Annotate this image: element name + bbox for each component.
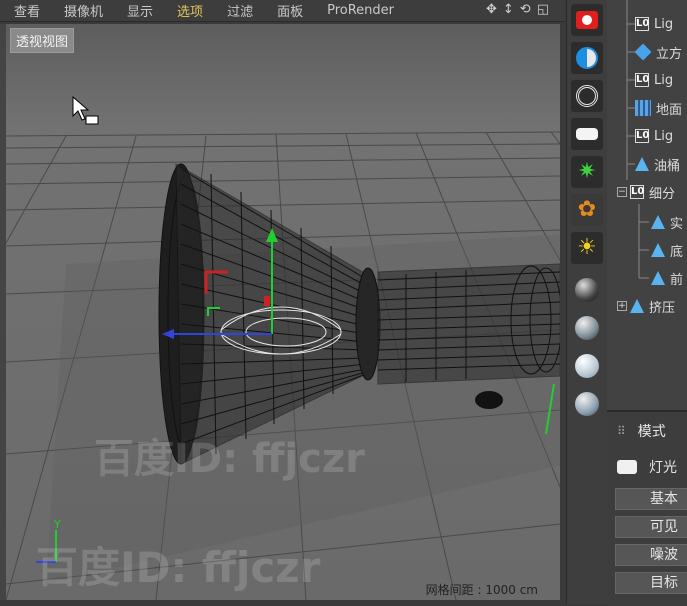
sphere-tool-button-3[interactable] xyxy=(571,350,603,382)
tab-noise[interactable]: 噪波 xyxy=(615,544,687,566)
object-name: 地面 xyxy=(656,102,683,118)
menu-options[interactable]: 选项 xyxy=(177,1,203,20)
light-object-icon: L0 xyxy=(635,129,650,143)
collapse-toggle-icon[interactable]: − xyxy=(617,187,627,197)
flower-icon: ✿ xyxy=(577,197,597,222)
object-type-row: 灯光 xyxy=(617,456,677,478)
grid-spacing-readout: 网格间距 : 1000 cm xyxy=(425,583,538,597)
object-row[interactable]: 油桶 xyxy=(635,151,680,177)
area-light-tool-button[interactable] xyxy=(571,118,603,150)
menu-camera[interactable]: 摄像机 xyxy=(64,1,103,20)
sphere-icon xyxy=(575,354,599,378)
menu-filter[interactable]: 过滤 xyxy=(227,1,253,20)
sun-icon: ☀ xyxy=(577,235,597,260)
cone-icon xyxy=(651,243,665,257)
mode-menu[interactable]: 模式 xyxy=(638,421,666,441)
light-object-icon: L0 xyxy=(635,73,650,87)
object-row[interactable]: 立方 xyxy=(634,39,683,65)
sphere-icon xyxy=(575,316,599,340)
attribute-header: ⠿ 模式 xyxy=(607,418,687,444)
panel-grip-icon[interactable]: ⠿ xyxy=(617,424,626,438)
light-object-icon: L0 xyxy=(630,185,645,199)
object-manager: L0 Lig 立方 L0 Lig 地面 L0 Lig 油桶 − L0 细分 实 … xyxy=(607,0,687,410)
object-name: Lig xyxy=(654,128,674,144)
object-name: 实 xyxy=(670,216,684,232)
object-type-label: 灯光 xyxy=(649,460,677,476)
rotate-view-icon[interactable]: ⟲ xyxy=(520,2,531,17)
menu-display[interactable]: 显示 xyxy=(127,1,153,20)
object-row[interactable]: L0 Lig xyxy=(635,67,673,93)
tab-basic[interactable]: 基本 xyxy=(615,488,687,510)
object-row[interactable]: + 挤压 xyxy=(617,293,675,319)
object-row[interactable]: L0 Lig xyxy=(635,123,673,149)
cone-icon xyxy=(630,299,644,313)
attribute-manager: ⠿ 模式 灯光 基本 可见 噪波 目标 xyxy=(607,410,687,606)
star-tool-button[interactable]: ✷ xyxy=(571,156,603,188)
flower-tool-button[interactable]: ✿ xyxy=(571,194,603,226)
object-row[interactable]: 前 xyxy=(651,265,683,291)
star-icon: ✷ xyxy=(577,159,597,184)
menu-panel[interactable]: 面板 xyxy=(277,1,303,20)
object-row[interactable]: − L0 细分 xyxy=(617,179,675,205)
sphere-icon xyxy=(575,392,599,416)
area-light-icon xyxy=(576,128,598,140)
tab-visibility[interactable]: 可见 xyxy=(615,516,687,538)
sphere-icon xyxy=(575,278,599,302)
object-name: 底 xyxy=(670,244,684,260)
perspective-viewport[interactable]: 百度ID: ffjczr 百度ID: ffjczr Y 透视视图 网格间距 : … xyxy=(6,24,560,600)
sphere-tool-button-4[interactable] xyxy=(571,388,603,420)
expand-toggle-icon[interactable]: + xyxy=(617,301,627,311)
axis-y-label: Y xyxy=(53,518,61,531)
view-name-label[interactable]: 透视视图 xyxy=(10,28,75,53)
object-name: 油桶 xyxy=(654,158,681,174)
sphere-tool-button-1[interactable] xyxy=(571,274,603,306)
light-object-icon: L0 xyxy=(635,17,650,31)
move-view-icon[interactable]: ✥ xyxy=(486,2,497,17)
cone-icon xyxy=(651,271,665,285)
menu-view[interactable]: 查看 xyxy=(14,1,40,20)
cone-icon xyxy=(635,157,649,171)
object-name: Lig xyxy=(654,16,674,32)
object-name: 前 xyxy=(670,272,684,288)
viewport-menubar: 查看 摄像机 显示 选项 过滤 面板 ProRender ✥ ↕ ⟲ ◱ xyxy=(0,0,565,22)
maximize-view-icon[interactable]: ◱ xyxy=(537,2,549,17)
tab-target[interactable]: 目标 xyxy=(615,572,687,594)
object-row[interactable]: 实 xyxy=(651,209,683,235)
object-name: 挤压 xyxy=(649,300,676,316)
target-ring-icon xyxy=(576,85,598,107)
camera-icon xyxy=(576,11,598,29)
object-name: Lig xyxy=(654,72,674,88)
menu-prorender[interactable]: ProRender xyxy=(327,3,394,18)
watermark-text: 百度ID: ffjczr xyxy=(94,436,365,482)
viewport-nav-icons: ✥ ↕ ⟲ ◱ xyxy=(486,2,549,17)
object-row[interactable]: 底 xyxy=(651,237,683,263)
light-type-icon xyxy=(617,460,637,474)
object-row[interactable]: 地面 xyxy=(635,95,682,121)
object-row[interactable]: L0 Lig xyxy=(635,11,673,37)
contrast-circle-icon xyxy=(576,47,598,69)
camera-tool-button[interactable] xyxy=(571,4,603,36)
target-tool-button[interactable] xyxy=(571,80,603,112)
object-name: 细分 xyxy=(649,186,676,202)
floor-icon xyxy=(635,100,651,116)
watermark-text-secondary: 百度ID: ffjczr xyxy=(36,543,321,592)
light-toolbar: ✷ ✿ ☀ xyxy=(566,0,608,604)
cube-icon xyxy=(634,43,652,61)
viewport-scene: 百度ID: ffjczr 百度ID: ffjczr Y xyxy=(6,24,560,600)
cone-icon xyxy=(651,215,665,229)
contrast-tool-button[interactable] xyxy=(571,42,603,74)
sphere-tool-button-2[interactable] xyxy=(571,312,603,344)
object-name: 立方 xyxy=(656,46,683,62)
zoom-view-icon[interactable]: ↕ xyxy=(503,2,514,17)
sun-tool-button[interactable]: ☀ xyxy=(571,232,603,264)
